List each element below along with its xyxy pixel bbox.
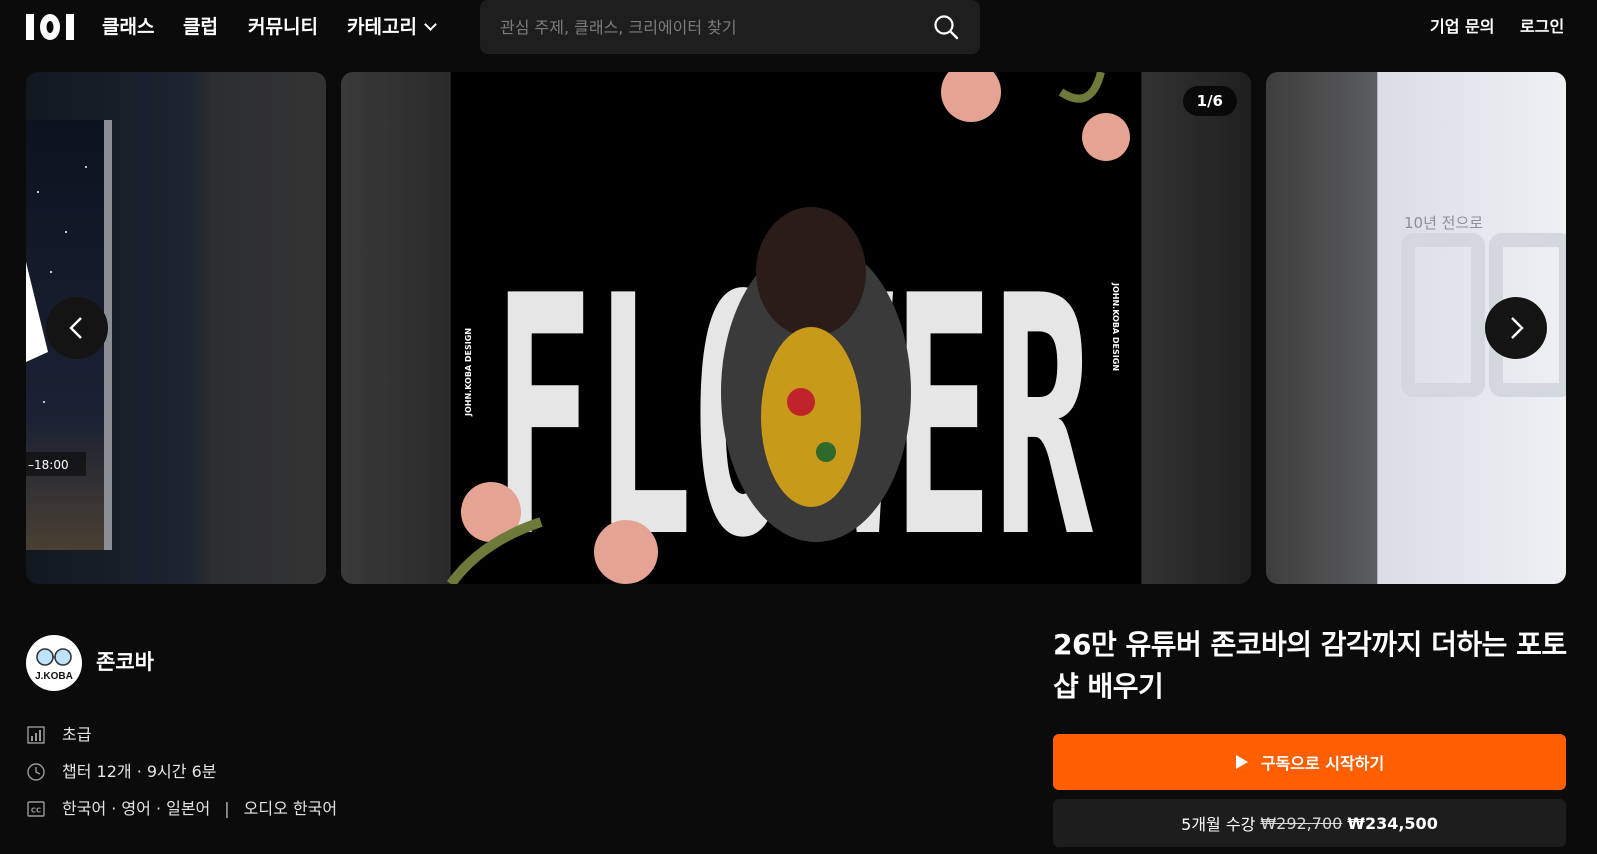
subscribe-start-button[interactable]: 구독으로 시작하기	[1053, 734, 1566, 790]
meta-subtitles-text: 한국어 · 영어 · 일본어	[62, 799, 211, 818]
subscribe-button-label: 구독으로 시작하기	[1260, 754, 1385, 773]
nav-category[interactable]: 카테고리	[347, 14, 437, 40]
avatar-text: J.KOBA	[35, 671, 73, 682]
creator-name[interactable]: 존코바	[96, 648, 154, 676]
level-bar-chart-icon	[27, 726, 45, 744]
carousel-next-button[interactable]	[1485, 297, 1547, 359]
svg-text:CC: CC	[31, 807, 41, 815]
carousel-slide-current[interactable]: FLOWER JOHN.KOBA DESIGN JOHN.KOBA DESIGN…	[341, 72, 1251, 584]
carousel-prev-button[interactable]	[46, 297, 108, 359]
search-input[interactable]	[500, 17, 932, 37]
creator-avatar[interactable]: J.KOBA	[26, 635, 82, 691]
price-prefix: 5개월 수강	[1181, 815, 1256, 834]
creator-avatar-image: J.KOBA	[35, 648, 73, 682]
search-icon[interactable]	[932, 13, 960, 41]
poster-side-label-right: JOHN.KOBA DESIGN	[1111, 282, 1120, 371]
meta-duration: 챕터 12개 · 9시간 6분	[26, 761, 216, 783]
chevron-left-icon	[69, 317, 82, 339]
price-sale: ₩234,500	[1347, 813, 1438, 833]
flower-poster-image: FLOWER JOHN.KOBA DESIGN JOHN.KOBA DESIGN	[446, 72, 1130, 584]
previous-slide-caption: –18:00	[28, 458, 69, 472]
search-bar[interactable]	[480, 0, 980, 54]
meta-level: 초급	[26, 724, 91, 746]
meta-level-text: 초급	[62, 725, 92, 744]
nav-classes[interactable]: 클래스	[102, 14, 154, 40]
meta-duration-text: 챕터 12개 · 9시간 6분	[62, 762, 217, 781]
play-icon	[1235, 755, 1248, 769]
closed-caption-icon: CC	[27, 801, 45, 817]
poster-side-label-left: JOHN.KOBA DESIGN	[464, 328, 473, 417]
top-header: 클래스 클럽 커뮤니티 카테고리 기업 문의 로그인	[0, 0, 1597, 56]
class-title: 26만 유튜버 존코바의 감각까지 더하는 포토샵 배우기	[1053, 628, 1567, 703]
login-link[interactable]: 로그인	[1520, 16, 1564, 38]
meta-separator: |	[224, 799, 230, 818]
next-slide-caption: 10년 전으로	[1404, 214, 1483, 232]
price-info: 5개월 수강 ₩292,700 ₩234,500	[1053, 799, 1566, 847]
class101-logo-icon[interactable]	[26, 14, 74, 40]
nav-club[interactable]: 클럽	[183, 14, 218, 40]
nav-community[interactable]: 커뮤니티	[248, 14, 318, 40]
meta-languages: CC 한국어 · 영어 · 일본어 | 오디오 한국어	[26, 798, 337, 820]
meta-audio-text: 오디오 한국어	[243, 799, 338, 818]
clock-icon	[27, 763, 45, 781]
chevron-right-icon	[1511, 317, 1524, 339]
slide-pager-badge: 1/6	[1182, 86, 1237, 116]
price-original: ₩292,700	[1260, 813, 1343, 833]
nav-category-label: 카테고리	[347, 16, 417, 38]
chevron-down-icon	[424, 18, 437, 31]
business-inquiry-link[interactable]: 기업 문의	[1430, 16, 1494, 38]
